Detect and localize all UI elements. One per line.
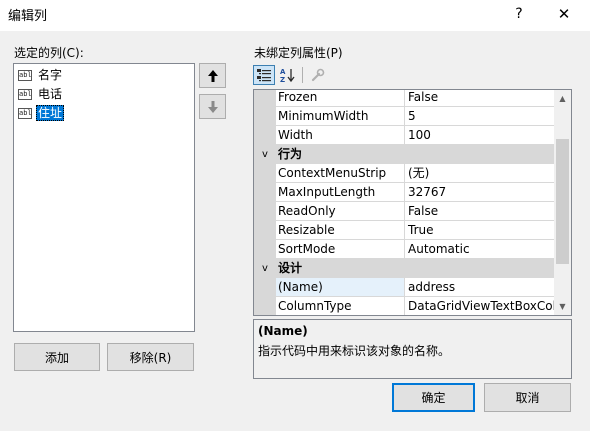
toolbar-separator: [302, 67, 303, 83]
list-item-label: 名字: [38, 68, 63, 82]
property-name[interactable]: ContextMenuStrip: [276, 164, 405, 183]
remove-button[interactable]: 移除(R): [107, 343, 194, 371]
list-item-name[interactable]: abl 名字: [18, 66, 64, 84]
row-margin: [254, 90, 276, 107]
row-margin: [254, 202, 276, 221]
property-pages-button[interactable]: [307, 65, 329, 85]
scroll-down-icon[interactable]: ▼: [554, 298, 571, 315]
property-name[interactable]: Width: [276, 126, 405, 145]
arrow-down-icon: [207, 100, 218, 113]
property-value[interactable]: address: [405, 278, 554, 297]
description-text: 指示代码中用来标识该对象的名称。: [258, 344, 451, 358]
property-description-panel: (Name) 指示代码中用来标识该对象的名称。: [253, 319, 572, 379]
property-category[interactable]: v 行为: [254, 145, 554, 164]
list-item-label: 电话: [38, 87, 63, 101]
property-name[interactable]: ColumnType: [276, 297, 405, 315]
row-margin: [254, 240, 276, 259]
property-row[interactable]: Width 100: [254, 126, 554, 145]
help-button[interactable]: ?: [505, 2, 533, 26]
cancel-button[interactable]: 取消: [484, 383, 571, 412]
property-category[interactable]: v 设计: [254, 259, 554, 278]
property-name[interactable]: MaxInputLength: [276, 183, 405, 202]
categorized-icon: [257, 68, 271, 81]
property-name[interactable]: Frozen: [276, 90, 405, 107]
list-item-address[interactable]: abl 住址: [18, 104, 65, 122]
row-margin: [254, 297, 276, 315]
property-toolbar: A Z: [253, 63, 573, 87]
property-row[interactable]: MaxInputLength 32767: [254, 183, 554, 202]
property-row[interactable]: (Name) address: [254, 278, 554, 297]
selected-columns-label: 选定的列(C):: [14, 46, 84, 60]
property-value[interactable]: (无): [405, 164, 554, 183]
svg-text:Z: Z: [280, 76, 285, 83]
property-row[interactable]: ReadOnly False: [254, 202, 554, 221]
wrench-icon: [311, 68, 325, 82]
textbox-column-icon: abl: [18, 88, 32, 100]
property-value[interactable]: DataGridViewTextBoxColumn: [405, 297, 554, 315]
property-value[interactable]: 32767: [405, 183, 554, 202]
move-down-button[interactable]: [199, 94, 226, 119]
property-grid[interactable]: Frozen False MinimumWidth 5 Width 100 v 行为 Conte…: [253, 89, 572, 316]
description-title: (Name): [258, 324, 308, 338]
collapse-chevron-icon[interactable]: v: [258, 259, 272, 278]
title-bar: 编辑列 ? ✕: [0, 0, 590, 31]
property-row[interactable]: ColumnTypeDataGridViewTextBoxColumn: [254, 297, 554, 315]
list-item-label: 住址: [36, 105, 65, 121]
close-button[interactable]: ✕: [546, 2, 582, 26]
property-value[interactable]: Automatic: [405, 240, 554, 259]
property-value[interactable]: True: [405, 221, 554, 240]
property-value[interactable]: 5: [405, 107, 554, 126]
property-row[interactable]: Resizable True: [254, 221, 554, 240]
property-row[interactable]: MinimumWidth 5: [254, 107, 554, 126]
property-value[interactable]: False: [405, 90, 554, 107]
scroll-thumb[interactable]: [556, 139, 569, 264]
property-value[interactable]: 100: [405, 126, 554, 145]
row-margin: [254, 221, 276, 240]
row-margin: [254, 126, 276, 145]
property-name[interactable]: (Name): [276, 278, 405, 297]
category-label: 行为: [278, 147, 303, 161]
unbound-column-properties-label: 未绑定列属性(P): [254, 46, 343, 60]
row-margin: [254, 107, 276, 126]
property-value[interactable]: False: [405, 202, 554, 221]
textbox-column-icon: abl: [18, 69, 32, 81]
property-name[interactable]: Resizable: [276, 221, 405, 240]
column-list[interactable]: abl 名字 abl 电话 abl 住址: [13, 63, 195, 332]
add-button[interactable]: 添加: [14, 343, 100, 371]
property-name[interactable]: SortMode: [276, 240, 405, 259]
list-item-phone[interactable]: abl 电话: [18, 85, 64, 103]
ok-button[interactable]: 确定: [392, 383, 475, 412]
window-title: 编辑列: [8, 9, 48, 24]
move-up-button[interactable]: [199, 63, 226, 88]
property-row[interactable]: ContextMenuStrip (无): [254, 164, 554, 183]
vertical-scrollbar[interactable]: ▲ ▼: [554, 90, 571, 315]
row-margin: [254, 278, 276, 297]
svg-text:A: A: [280, 68, 286, 76]
collapse-chevron-icon[interactable]: v: [258, 145, 272, 164]
row-margin: [254, 183, 276, 202]
row-margin: [254, 164, 276, 183]
alphabetical-button[interactable]: A Z: [277, 65, 299, 85]
category-label: 设计: [278, 261, 303, 275]
scroll-up-icon[interactable]: ▲: [554, 90, 571, 107]
categorized-button[interactable]: [253, 65, 275, 85]
property-row[interactable]: Frozen False: [254, 90, 554, 107]
property-name[interactable]: MinimumWidth: [276, 107, 405, 126]
textbox-column-icon: abl: [18, 107, 32, 119]
property-name[interactable]: ReadOnly: [276, 202, 405, 221]
arrow-up-icon: [207, 69, 218, 82]
property-row[interactable]: SortMode Automatic: [254, 240, 554, 259]
alphabetical-sort-icon: A Z: [280, 68, 295, 83]
